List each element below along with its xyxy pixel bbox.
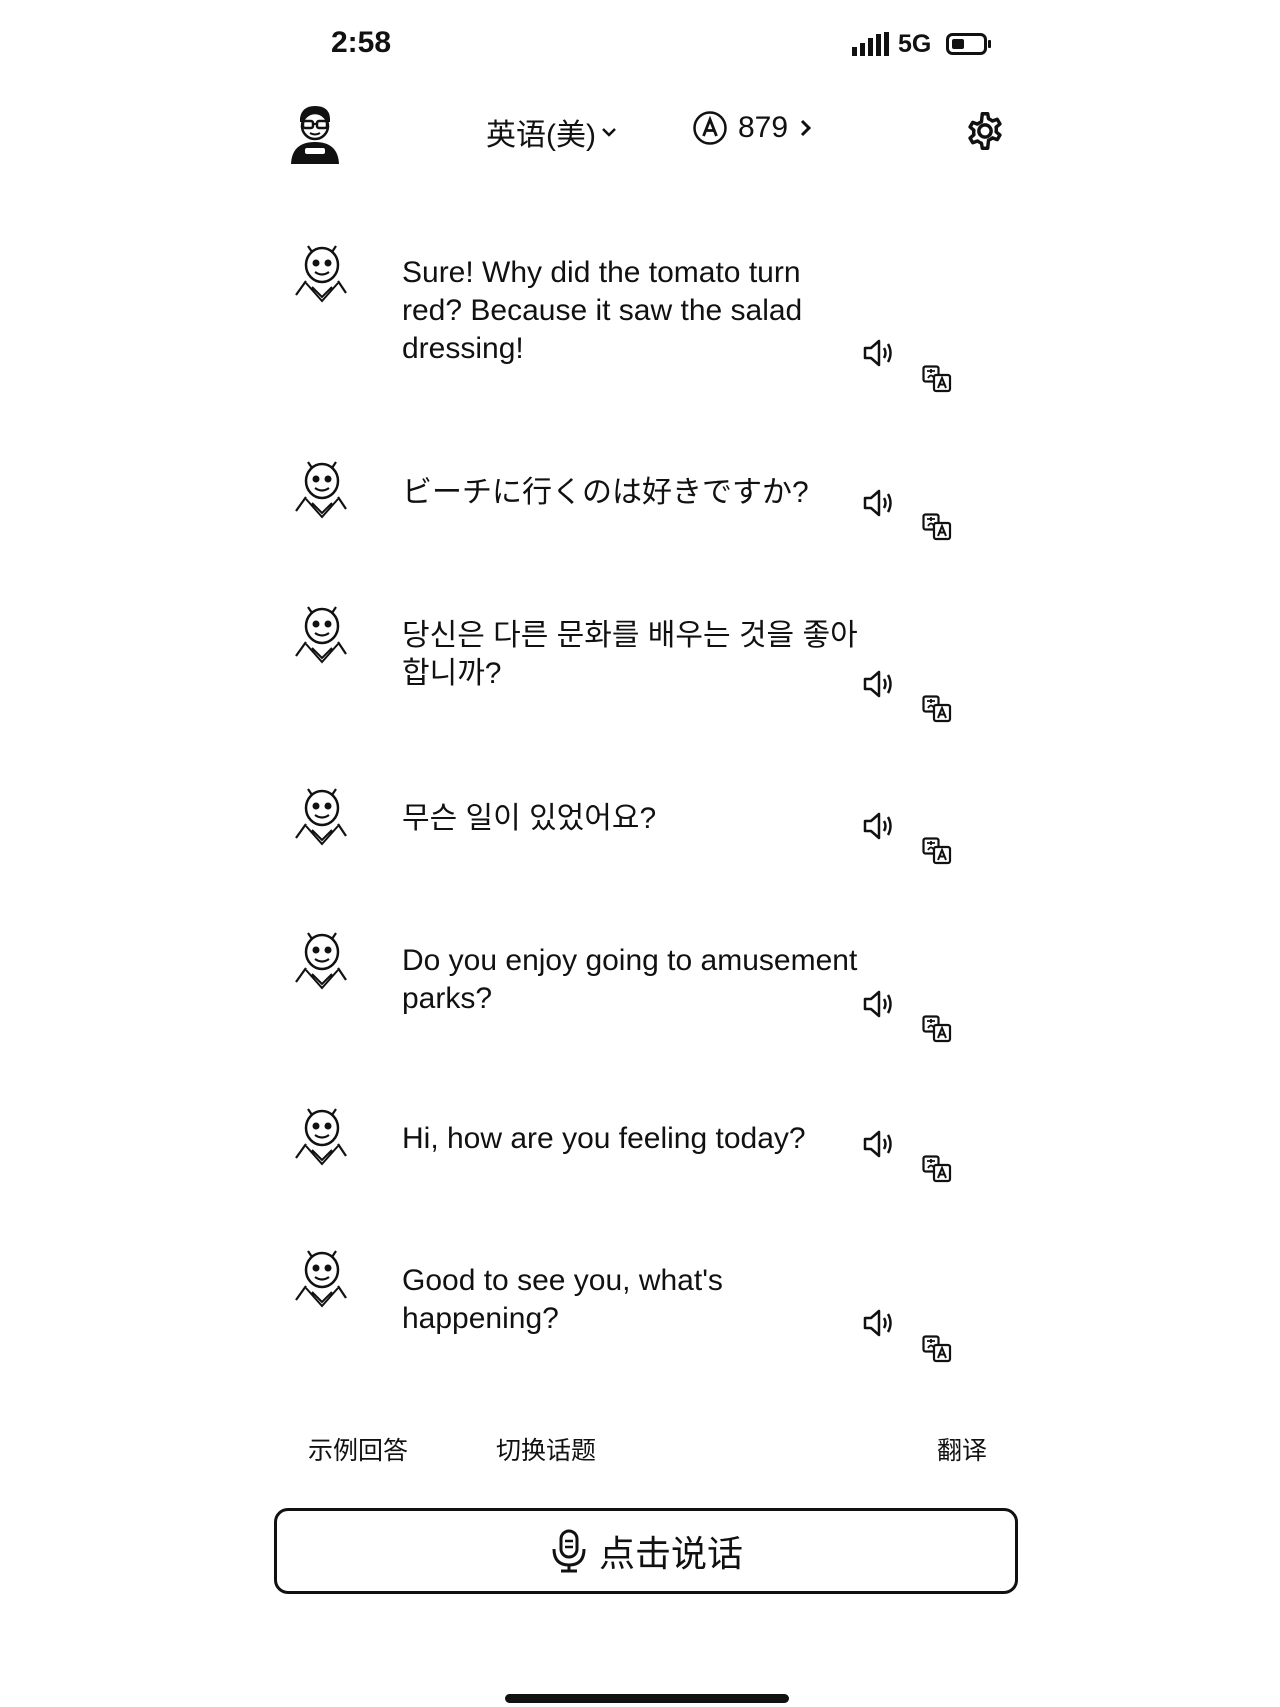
status-time: 2:58 xyxy=(331,26,392,59)
language-label: 英语(美) xyxy=(486,119,596,152)
mic-icon xyxy=(552,1529,586,1573)
bot-avatar xyxy=(295,1250,347,1308)
translate-icon[interactable] xyxy=(922,837,952,865)
bot-avatar xyxy=(295,245,347,303)
speaker-icon[interactable] xyxy=(862,988,896,1020)
message-text: Sure! Why did the tomato turn red? Becau… xyxy=(402,256,803,365)
message-text: Good to see you, what's happening? xyxy=(402,1264,723,1335)
a-coin-icon xyxy=(693,111,727,145)
speaker-icon[interactable] xyxy=(862,810,896,842)
translate-icon[interactable] xyxy=(922,365,952,393)
language-selector[interactable]: 英语(美) xyxy=(486,110,618,154)
bot-avatar xyxy=(295,461,347,519)
chevron-right-icon xyxy=(801,119,812,137)
points-button[interactable]: 879 xyxy=(692,110,814,146)
message-text: Hi, how are you feeling today? xyxy=(402,1122,806,1155)
translate-icon[interactable] xyxy=(922,1155,952,1183)
bot-avatar xyxy=(295,788,347,846)
message-text: 무슨 일이 있었어요? xyxy=(402,802,657,835)
speaker-icon[interactable] xyxy=(862,1128,896,1160)
chevron-down-icon xyxy=(602,128,616,137)
home-indicator xyxy=(505,1694,789,1703)
bot-avatar xyxy=(295,1108,347,1166)
translate-icon[interactable] xyxy=(922,1015,952,1043)
talk-button[interactable]: 点击说话 xyxy=(274,1508,1018,1594)
switch-topic-button[interactable]: 切换话题 xyxy=(496,1431,596,1467)
speaker-icon[interactable] xyxy=(862,668,896,700)
network-label: 5G xyxy=(898,30,932,58)
points-value: 879 xyxy=(738,111,789,144)
bot-avatar xyxy=(295,932,347,990)
example-answer-button[interactable]: 示例回答 xyxy=(308,1431,408,1467)
translate-button[interactable]: 翻译 xyxy=(937,1431,987,1467)
speaker-icon[interactable] xyxy=(862,337,896,369)
message-text: ビーチに行くのは好きですか? xyxy=(402,476,809,509)
battery-icon xyxy=(946,33,991,55)
message-text: 당신은 다른 문화를 배우는 것을 좋아합니까? xyxy=(402,619,858,690)
signal-icon xyxy=(852,32,889,56)
gear-icon[interactable] xyxy=(962,108,1008,154)
message-text: Do you enjoy going to amusement parks? xyxy=(402,944,858,1015)
bot-avatar xyxy=(295,606,347,664)
translate-icon[interactable] xyxy=(922,695,952,723)
talk-button-label: 点击说话 xyxy=(598,1533,743,1574)
translate-icon[interactable] xyxy=(922,1335,952,1363)
speaker-icon[interactable] xyxy=(862,487,896,519)
translate-icon[interactable] xyxy=(922,513,952,541)
user-avatar[interactable] xyxy=(288,104,342,164)
speaker-icon[interactable] xyxy=(862,1307,896,1339)
